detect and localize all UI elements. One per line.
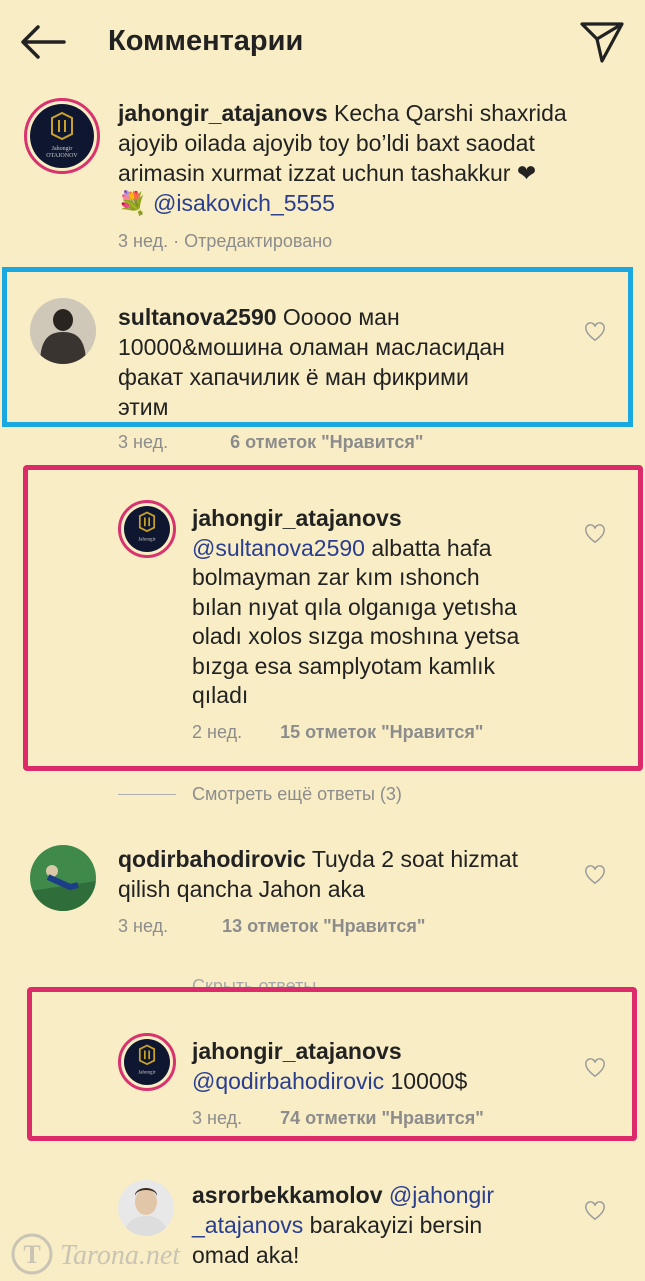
comment-username[interactable]: asrorbekkamolov [192,1182,382,1208]
reply-mention[interactable]: @sultanova2590 [192,535,365,561]
likes-count[interactable]: 13 отметок "Нравится" [222,916,425,936]
reply-text: jahongir_atajanovs @qodirbahodirovic 100… [192,1036,572,1096]
caption-mention[interactable]: @isakovich_5555 [153,190,335,216]
comment-text: asrorbekkamolov @jahongir _atajanovs bar… [192,1182,495,1268]
reply-username[interactable]: jahongir_atajanovs [192,1036,572,1066]
direct-send-icon[interactable] [578,20,626,64]
likes-count[interactable]: 6 отметок "Нравится" [230,432,423,452]
logo-icon: Jahongir [138,1044,156,1076]
back-arrow-icon[interactable] [20,24,66,60]
likes-count[interactable]: 74 отметки "Нравится" [280,1108,484,1128]
svg-text:Jahongir: Jahongir [138,538,156,543]
profile-photo-icon [30,845,96,911]
avatar[interactable]: Jahongir OTAJONOV [24,98,100,174]
avatar[interactable] [30,845,96,911]
comment-meta: 3 нед. 13 отметок "Нравится" [118,916,426,936]
avatar[interactable]: Jahongir [118,1033,176,1091]
logo-icon: Jahongir OTAJONOV [46,111,78,159]
svg-text:Jahongir: Jahongir [52,146,73,152]
avatar[interactable] [30,298,96,364]
likes-count[interactable]: 15 отметок "Нравится" [280,722,483,742]
svg-text:T: T [23,1240,40,1269]
comment-meta: 3 нед. 6 отметок "Нравится" [118,432,424,452]
reply-username[interactable]: jahongir_atajanovs [192,504,572,534]
caption-text: jahongir_atajanovs Kecha Qarshi shaxrida… [118,100,567,216]
reply-text: jahongir_atajanovs @sultanova2590 albatt… [192,504,572,711]
comment-text: sultanova2590 Ооооо ман 10000&мошина ола… [118,304,505,420]
avatar[interactable] [118,1180,174,1236]
watermark-logo: T Tarona.net [10,1232,200,1276]
reply-mention[interactable]: @qodirbahodirovic [192,1068,384,1094]
like-heart-icon[interactable] [584,322,606,342]
logo-icon: Jahongir [138,511,156,543]
bouquet-emoji: 💐 [118,190,147,216]
profile-photo-icon [30,298,96,364]
caption-meta: 3 нед. · Отредактировано [118,231,333,251]
like-heart-icon[interactable] [584,524,606,544]
page-title: Комментарии [108,25,304,57]
avatar[interactable]: Jahongir [118,500,176,558]
view-more-replies[interactable]: Смотреть ещё ответы (3) [192,784,402,805]
reply-meta: 2 нед. 15 отметок "Нравится" [192,722,484,742]
like-heart-icon[interactable] [584,865,606,885]
comment-mention[interactable]: @jahongir [389,1182,494,1208]
svg-text:Tarona.net: Tarona.net [60,1240,181,1271]
profile-photo-icon [118,1180,174,1236]
comment-username[interactable]: qodirbahodirovic [118,846,306,872]
like-heart-icon[interactable] [584,1058,606,1078]
svg-text:Jahongir: Jahongir [138,1071,156,1076]
like-heart-icon[interactable] [584,1201,606,1221]
comment-username[interactable]: sultanova2590 [118,304,277,330]
divider [118,794,176,795]
caption-username[interactable]: jahongir_atajanovs [118,100,328,126]
reply-meta: 3 нед. 74 отметки "Нравится" [192,1108,484,1128]
comment-text: qodirbahodirovic Tuyda 2 soat hizmat qil… [118,846,519,902]
top-bar: Комментарии [0,0,645,86]
svg-text:OTAJONOV: OTAJONOV [46,153,78,159]
